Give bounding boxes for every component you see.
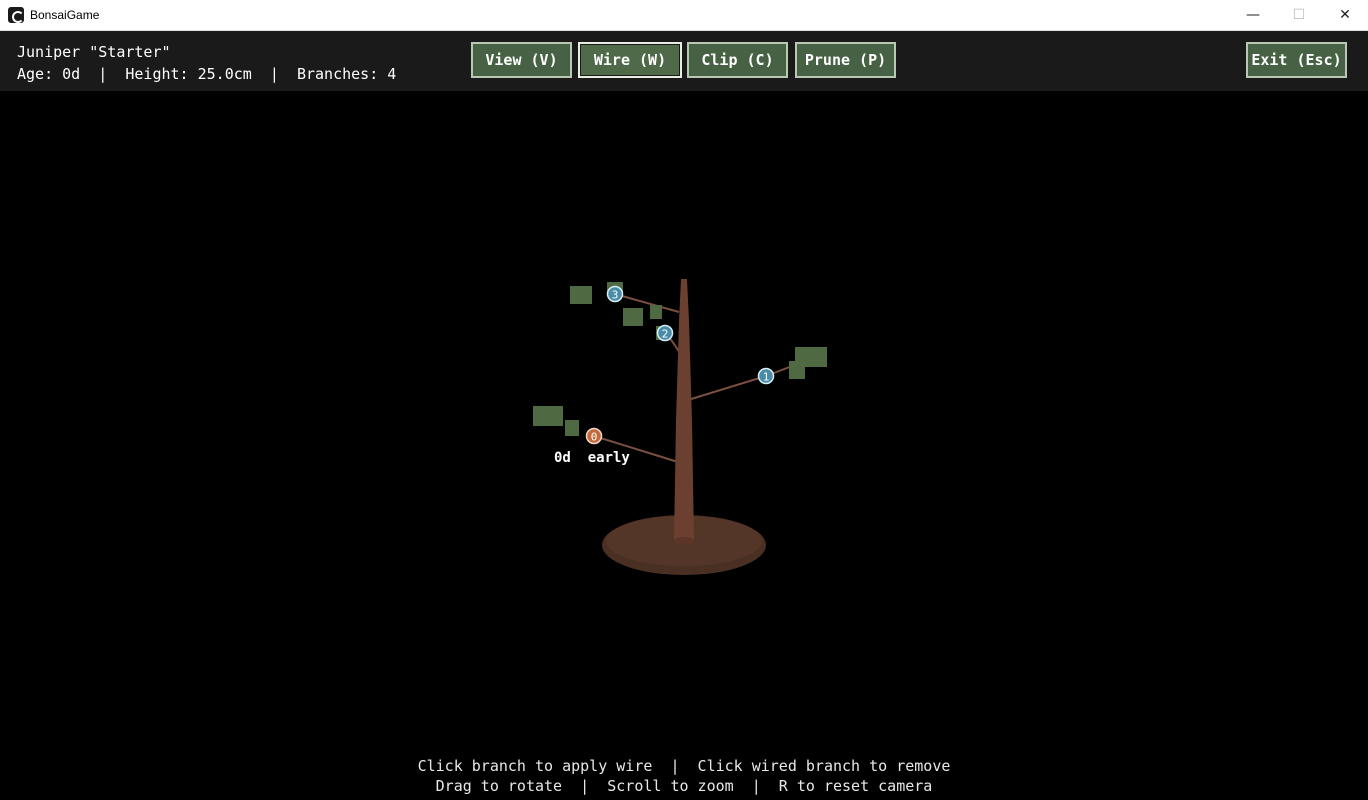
- stat-separator: |: [269, 65, 279, 83]
- app-icon: [8, 7, 24, 23]
- branch-marker-1[interactable]: 1: [757, 367, 775, 385]
- hud-header: Juniper "Starter" Age: 0d | Height: 25.0…: [0, 31, 1368, 91]
- close-icon: ✕: [1339, 7, 1351, 23]
- minimize-icon: —: [1246, 7, 1260, 23]
- trunk[interactable]: [674, 279, 694, 541]
- minimize-button[interactable]: —: [1230, 0, 1276, 31]
- hint-line-1: Click branch to apply wire | Click wired…: [417, 757, 951, 775]
- window-title-bar: BonsaiGame — ☐ ✕: [0, 0, 1368, 31]
- window-title: BonsaiGame: [30, 8, 100, 22]
- maximize-button[interactable]: ☐: [1276, 0, 1322, 31]
- game-viewport[interactable]: 0 1 2 3 0d early Click branch to apply w…: [0, 91, 1368, 800]
- tree-branches: Branches: 4: [296, 65, 397, 83]
- marker-label: 3: [612, 289, 619, 302]
- maximize-icon: ☐: [1292, 7, 1306, 23]
- close-button[interactable]: ✕: [1322, 0, 1368, 31]
- prune-tool-button[interactable]: Prune (P): [795, 42, 896, 78]
- wire-tool-button[interactable]: Wire (W): [578, 42, 682, 78]
- stat-separator: |: [98, 65, 108, 83]
- tree-age: Age: 0d: [17, 65, 81, 83]
- marker-label: 2: [662, 328, 669, 341]
- branch-marker-3[interactable]: 3: [606, 285, 624, 303]
- trunk-base: [674, 537, 694, 545]
- bonsai-scene[interactable]: 0 1 2 3: [0, 91, 1368, 800]
- tree-name: Juniper "Starter": [17, 43, 171, 61]
- branch-marker-0[interactable]: 0: [585, 427, 603, 445]
- foliage-pad: [533, 406, 563, 426]
- tree-height: Height: 25.0cm: [125, 65, 252, 83]
- foliage-pad: [570, 286, 592, 304]
- tree-stats: Age: 0d | Height: 25.0cm | Branches: 4: [17, 65, 396, 83]
- branch-marker-2[interactable]: 2: [656, 324, 674, 342]
- exit-button[interactable]: Exit (Esc): [1246, 42, 1347, 78]
- foliage-pad: [650, 305, 662, 319]
- clip-tool-button[interactable]: Clip (C): [687, 42, 788, 78]
- branch-1[interactable]: [687, 375, 767, 401]
- foliage-pad: [623, 308, 643, 326]
- branch-info-label: 0d early: [554, 450, 630, 466]
- marker-label: 0: [591, 431, 598, 444]
- hint-line-2: Drag to rotate | Scroll to zoom | R to r…: [435, 777, 933, 795]
- view-tool-button[interactable]: View (V): [471, 42, 572, 78]
- foliage-pad: [789, 361, 805, 379]
- marker-label: 1: [763, 371, 770, 384]
- foliage-pad: [565, 420, 579, 436]
